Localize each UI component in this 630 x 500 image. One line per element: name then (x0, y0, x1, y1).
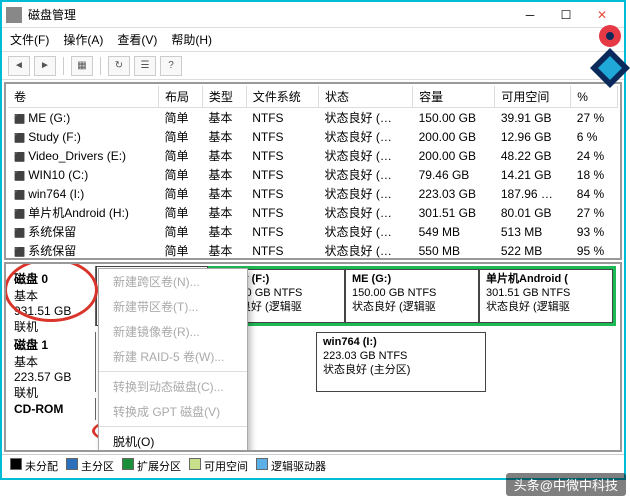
menubar: 文件(F) 操作(A) 查看(V) 帮助(H) (2, 28, 624, 52)
disk1-label: 磁盘 1 (14, 336, 91, 353)
ctx-new-raid5: 新建 RAID-5 卷(W)... (99, 344, 247, 369)
ctx-new-spanned: 新建跨区卷(N)... (99, 269, 247, 294)
menu-file[interactable]: 文件(F) (10, 31, 49, 48)
ctx-convert-gpt: 转换成 GPT 磁盘(V) (99, 399, 247, 424)
legend-primary: 主分区 (81, 461, 114, 473)
table-row[interactable]: 系统保留简单基本NTFS状态良好 (…549 MB513 MB93 % (8, 222, 618, 241)
col-capacity[interactable]: 容量 (413, 86, 495, 108)
partition-android[interactable]: 单片机Android ( 301.51 GB NTFS 状态良好 (逻辑驱 (479, 269, 613, 323)
menu-help[interactable]: 帮助(H) (171, 31, 212, 48)
partition-me[interactable]: ME (G:) 150.00 GB NTFS 状态良好 (逻辑驱 (345, 269, 479, 323)
legend-free: 可用空间 (204, 461, 248, 473)
col-fs[interactable]: 文件系统 (246, 86, 318, 108)
legend-unalloc: 未分配 (25, 461, 58, 473)
cdrom-info[interactable]: CD-ROM (10, 398, 96, 420)
disk0-type: 基本 (14, 287, 91, 304)
volume-table: 卷 布局 类型 文件系统 状态 容量 可用空间 % ME (G:)简单基本NTF… (8, 86, 618, 260)
minimize-button[interactable]: ─ (512, 3, 548, 27)
disk0-size: 931.51 GB (14, 304, 91, 318)
table-row[interactable]: WIN10 (C:)简单基本NTFS状态良好 (…79.46 GB14.21 G… (8, 165, 618, 184)
col-layout[interactable]: 布局 (158, 86, 202, 108)
graphical-view: 磁盘 0 基本 931.51 GB 联机 Video_Drivers 200.0… (4, 262, 622, 452)
disk0-label: 磁盘 0 (14, 270, 91, 287)
brand-logo (560, 22, 630, 92)
cdrom-label: CD-ROM (14, 402, 91, 416)
menu-action[interactable]: 操作(A) (63, 31, 103, 48)
disk1-size: 223.57 GB (14, 370, 91, 384)
disk1-info[interactable]: 磁盘 1 基本 223.57 GB 联机 (10, 332, 96, 392)
col-volume[interactable]: 卷 (8, 86, 158, 108)
titlebar: 磁盘管理 ─ ☐ ✕ (2, 2, 624, 28)
volume-list[interactable]: 卷 布局 类型 文件系统 状态 容量 可用空间 % ME (G:)简单基本NTF… (4, 82, 622, 260)
disk0-info[interactable]: 磁盘 0 基本 931.51 GB 联机 (10, 266, 96, 326)
app-icon (6, 7, 22, 23)
help-button[interactable]: ? (160, 56, 182, 76)
legend-extended: 扩展分区 (137, 461, 181, 473)
table-row[interactable]: ME (G:)简单基本NTFS状态良好 (…150.00 GB39.91 GB2… (8, 108, 618, 128)
table-row[interactable]: Study (F:)简单基本NTFS状态良好 (…200.00 GB12.96 … (8, 127, 618, 146)
toolbar: ◄ ► ▦ ↻ ☰ ? (2, 52, 624, 80)
col-type[interactable]: 类型 (202, 86, 246, 108)
list-view-button[interactable]: ☰ (134, 56, 156, 76)
console-tree-button[interactable]: ▦ (71, 56, 93, 76)
legend-logical: 逻辑驱动器 (271, 461, 326, 473)
ctx-offline[interactable]: 脱机(O) (99, 429, 247, 452)
table-row[interactable]: win764 (I:)简单基本NTFS状态良好 (…223.03 GB187.9… (8, 184, 618, 203)
partition-win764[interactable]: win764 (I:) 223.03 GB NTFS 状态良好 (主分区) (316, 332, 486, 392)
col-status[interactable]: 状态 (319, 86, 413, 108)
disk1-type: 基本 (14, 353, 91, 370)
table-row[interactable]: 单片机Android (H:)简单基本NTFS状态良好 (…301.51 GB8… (8, 203, 618, 222)
menu-view[interactable]: 查看(V) (117, 31, 157, 48)
watermark: 头条@中微中科技 (506, 473, 626, 496)
ctx-new-mirrored: 新建镜像卷(R)... (99, 319, 247, 344)
window-title: 磁盘管理 (28, 6, 512, 23)
ctx-convert-dynamic: 转换到动态磁盘(C)... (99, 374, 247, 399)
context-menu: 新建跨区卷(N)... 新建带区卷(T)... 新建镜像卷(R)... 新建 R… (98, 268, 248, 452)
refresh-button[interactable]: ↻ (108, 56, 130, 76)
ctx-new-striped: 新建带区卷(T)... (99, 294, 247, 319)
table-row[interactable]: 系统保留简单基本NTFS状态良好 (…550 MB522 MB95 % (8, 241, 618, 260)
forward-button[interactable]: ► (34, 56, 56, 76)
back-button[interactable]: ◄ (8, 56, 30, 76)
table-row[interactable]: Video_Drivers (E:)简单基本NTFS状态良好 (…200.00 … (8, 146, 618, 165)
